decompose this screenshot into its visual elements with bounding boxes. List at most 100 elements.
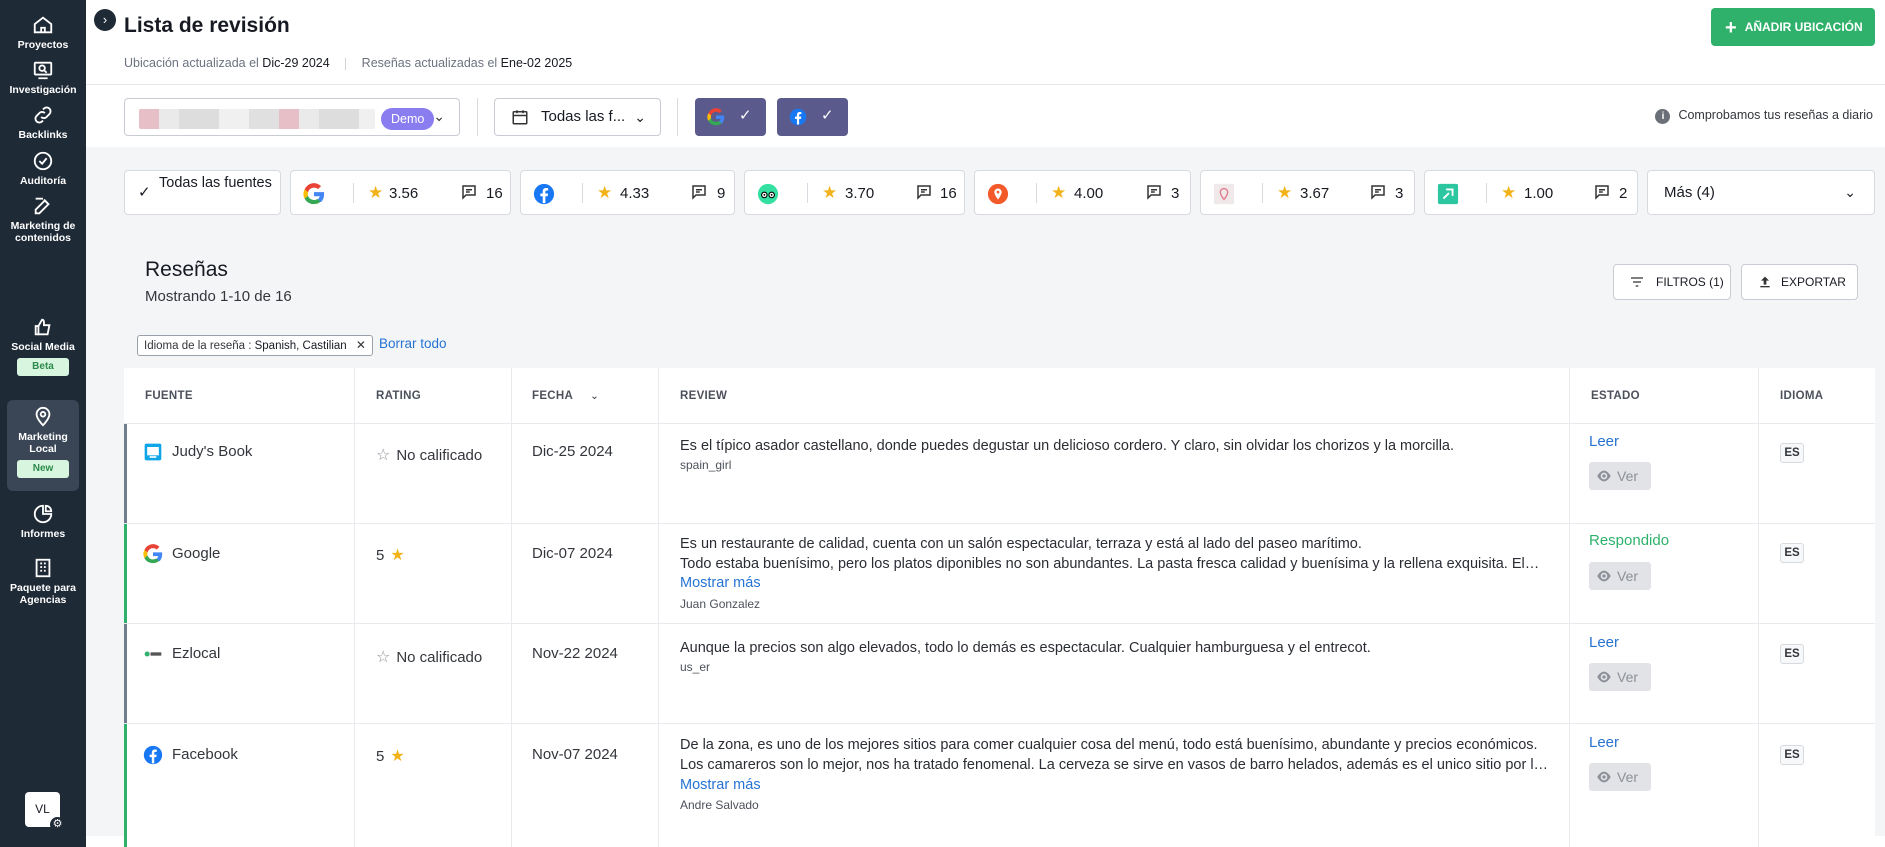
reviews-table: FUENTE RATING FECHA ⌄ REVIEW ESTADO IDIO… [124,368,1875,847]
source-card-facebook[interactable]: ★ 4.33 9 [520,170,735,215]
sidebar-expand-button[interactable]: › [94,9,116,31]
export-button[interactable]: EXPORTAR [1741,264,1858,300]
review-author: Juan Gonzalez [680,597,761,611]
source-count: 3 [1171,185,1180,202]
reviews-title: Reseñas [145,258,228,281]
star-icon: ★ [1051,183,1067,202]
view-label: Ver [1617,568,1639,584]
all-sources-button[interactable]: ✓ Todas las fuentes [124,170,281,215]
chevron-down-icon: ⌄ [634,109,646,125]
sidebar-item-proyectos[interactable]: Proyectos [7,8,79,51]
state-link[interactable]: Leer [1589,634,1619,651]
language-tag: ES [1780,443,1804,463]
column-header-language: IDIOMA [1780,390,1824,402]
view-button[interactable]: Ver [1589,462,1651,490]
date-filter-select[interactable]: Todas las f... ⌄ [494,98,661,136]
source-count: 16 [486,185,503,202]
sidebar-item-backlinks[interactable]: Backlinks [7,98,79,141]
show-more-link[interactable]: Mostrar más [680,775,1550,795]
source-rating: 4.33 [620,185,650,202]
sidebar-item-investigacion[interactable]: Investigación [7,53,79,96]
source-card-google[interactable]: ★ 3.56 16 [290,170,511,215]
sidebar-item-marketing-local[interactable]: Marketing Local New [7,400,79,491]
comment-icon [1595,185,1609,200]
source-card-pin[interactable]: ★ 3.67 3 [1200,170,1415,215]
location-select[interactable]: Demo ⌄ [124,98,460,136]
sidebar-item-social-media[interactable]: Social Media Beta [7,310,79,376]
filters-button[interactable]: FILTROS (1) [1613,264,1731,300]
divider [477,98,478,136]
divider [677,98,678,136]
star-icon: ★ [390,748,405,765]
export-label: EXPORTAR [1781,275,1846,289]
table-row[interactable]: Ezlocal ☆ No calificado Nov-22 2024 Aunqu… [124,623,1875,723]
update-info: Ubicación actualizada el Dic-29 2024 Res… [124,56,572,70]
pin-logo-icon [1213,183,1235,205]
source-card-foursquare[interactable]: ★ 4.00 3 [974,170,1191,215]
tripadvisor-logo-icon [757,183,779,205]
sidebar-item-auditoria[interactable]: Auditoría [7,144,79,187]
filters-label: FILTROS (1) [1656,275,1724,289]
row-rating-value: 5 [376,748,385,765]
table-row[interactable]: Facebook 5 ★ Nov-07 2024 De la zona, es u… [124,723,1875,847]
chevron-down-icon: ⌄ [433,108,445,124]
divider [1486,183,1487,203]
table-row[interactable]: Google 5 ★ Dic-07 2024 Es un restaurante … [124,523,1875,623]
sidebar-item-marketing-contenidos[interactable]: Marketing de contenidos [7,189,79,244]
reviews-updated-date: Ene-02 2025 [500,56,573,70]
state-link[interactable]: Leer [1589,433,1619,450]
table-row[interactable]: Judy's Book ☆ No calificado Dic-25 2024 E… [124,423,1875,523]
check-icon: ✓ [739,107,752,124]
sidebar-item-paquete-agencias[interactable]: Paquete para Agencias [7,551,79,606]
building-icon [32,557,54,579]
sidebar-item-label: Auditoría [19,175,67,187]
view-button[interactable]: Ver [1589,763,1651,791]
column-header-date[interactable]: FECHA ⌄ [532,368,599,424]
more-sources-dropdown[interactable]: Más (4) ⌄ [1647,170,1875,215]
source-count: 3 [1395,185,1404,202]
row-source: Facebook [172,746,238,763]
map-pin-icon [32,406,54,428]
state-link[interactable]: Respondido [1589,532,1669,549]
chevron-right-icon: › [102,12,108,27]
gear-icon: ⚙ [50,817,65,832]
source-card-green[interactable]: ★ 1.00 2 [1424,170,1638,215]
sidebar-item-label: Backlinks [18,129,68,141]
row-date: Nov-22 2024 [532,645,618,662]
state-link[interactable]: Leer [1589,734,1619,751]
clear-all-link[interactable]: Borrar todo [379,336,447,351]
row-date: Dic-25 2024 [532,443,613,460]
green-source-logo-icon [1437,183,1459,205]
divider [582,183,583,203]
view-button[interactable]: Ver [1589,562,1651,590]
filter-chip-label: Idioma de la reseña : [144,340,252,352]
show-more-link[interactable]: Mostrar más [680,573,1550,593]
info-icon: i [1655,109,1671,124]
row-rating: 5 ★ [376,746,405,766]
review-text: De la zona, es uno de los mejores sitios… [680,737,1538,753]
upload-icon [1760,276,1770,288]
review-text-continued: Los camareros son lo mejor, nos ha trata… [680,757,1552,773]
avatar[interactable]: VL ⚙ [25,792,65,832]
source-card-tripadvisor[interactable]: ★ 3.70 16 [744,170,965,215]
google-source-toggle[interactable]: ✓ [695,98,766,136]
google-logo-icon [303,183,325,205]
row-accent [124,624,127,723]
eye-icon [1597,671,1611,683]
header-divider [86,84,1885,85]
sidebar-item-informes[interactable]: Informes [7,497,79,540]
row-rating-value: No calificado [396,649,483,666]
sidebar-item-label: Social Media [11,341,75,353]
eye-icon [1597,771,1611,783]
sidebar-item-label: Proyectos [17,39,69,51]
add-location-button[interactable]: + AÑADIR UBICACIÓN [1711,8,1875,46]
source-rating: 3.67 [1300,185,1330,202]
close-icon[interactable]: ✕ [356,338,366,352]
divider [1036,183,1037,203]
view-button[interactable]: Ver [1589,663,1651,691]
row-accent [124,724,127,847]
facebook-source-toggle[interactable]: ✓ [777,98,848,136]
double-check-icon: ✓ [138,184,151,201]
column-header-rating: RATING [376,390,422,402]
ezlocal-logo-icon [144,651,162,657]
